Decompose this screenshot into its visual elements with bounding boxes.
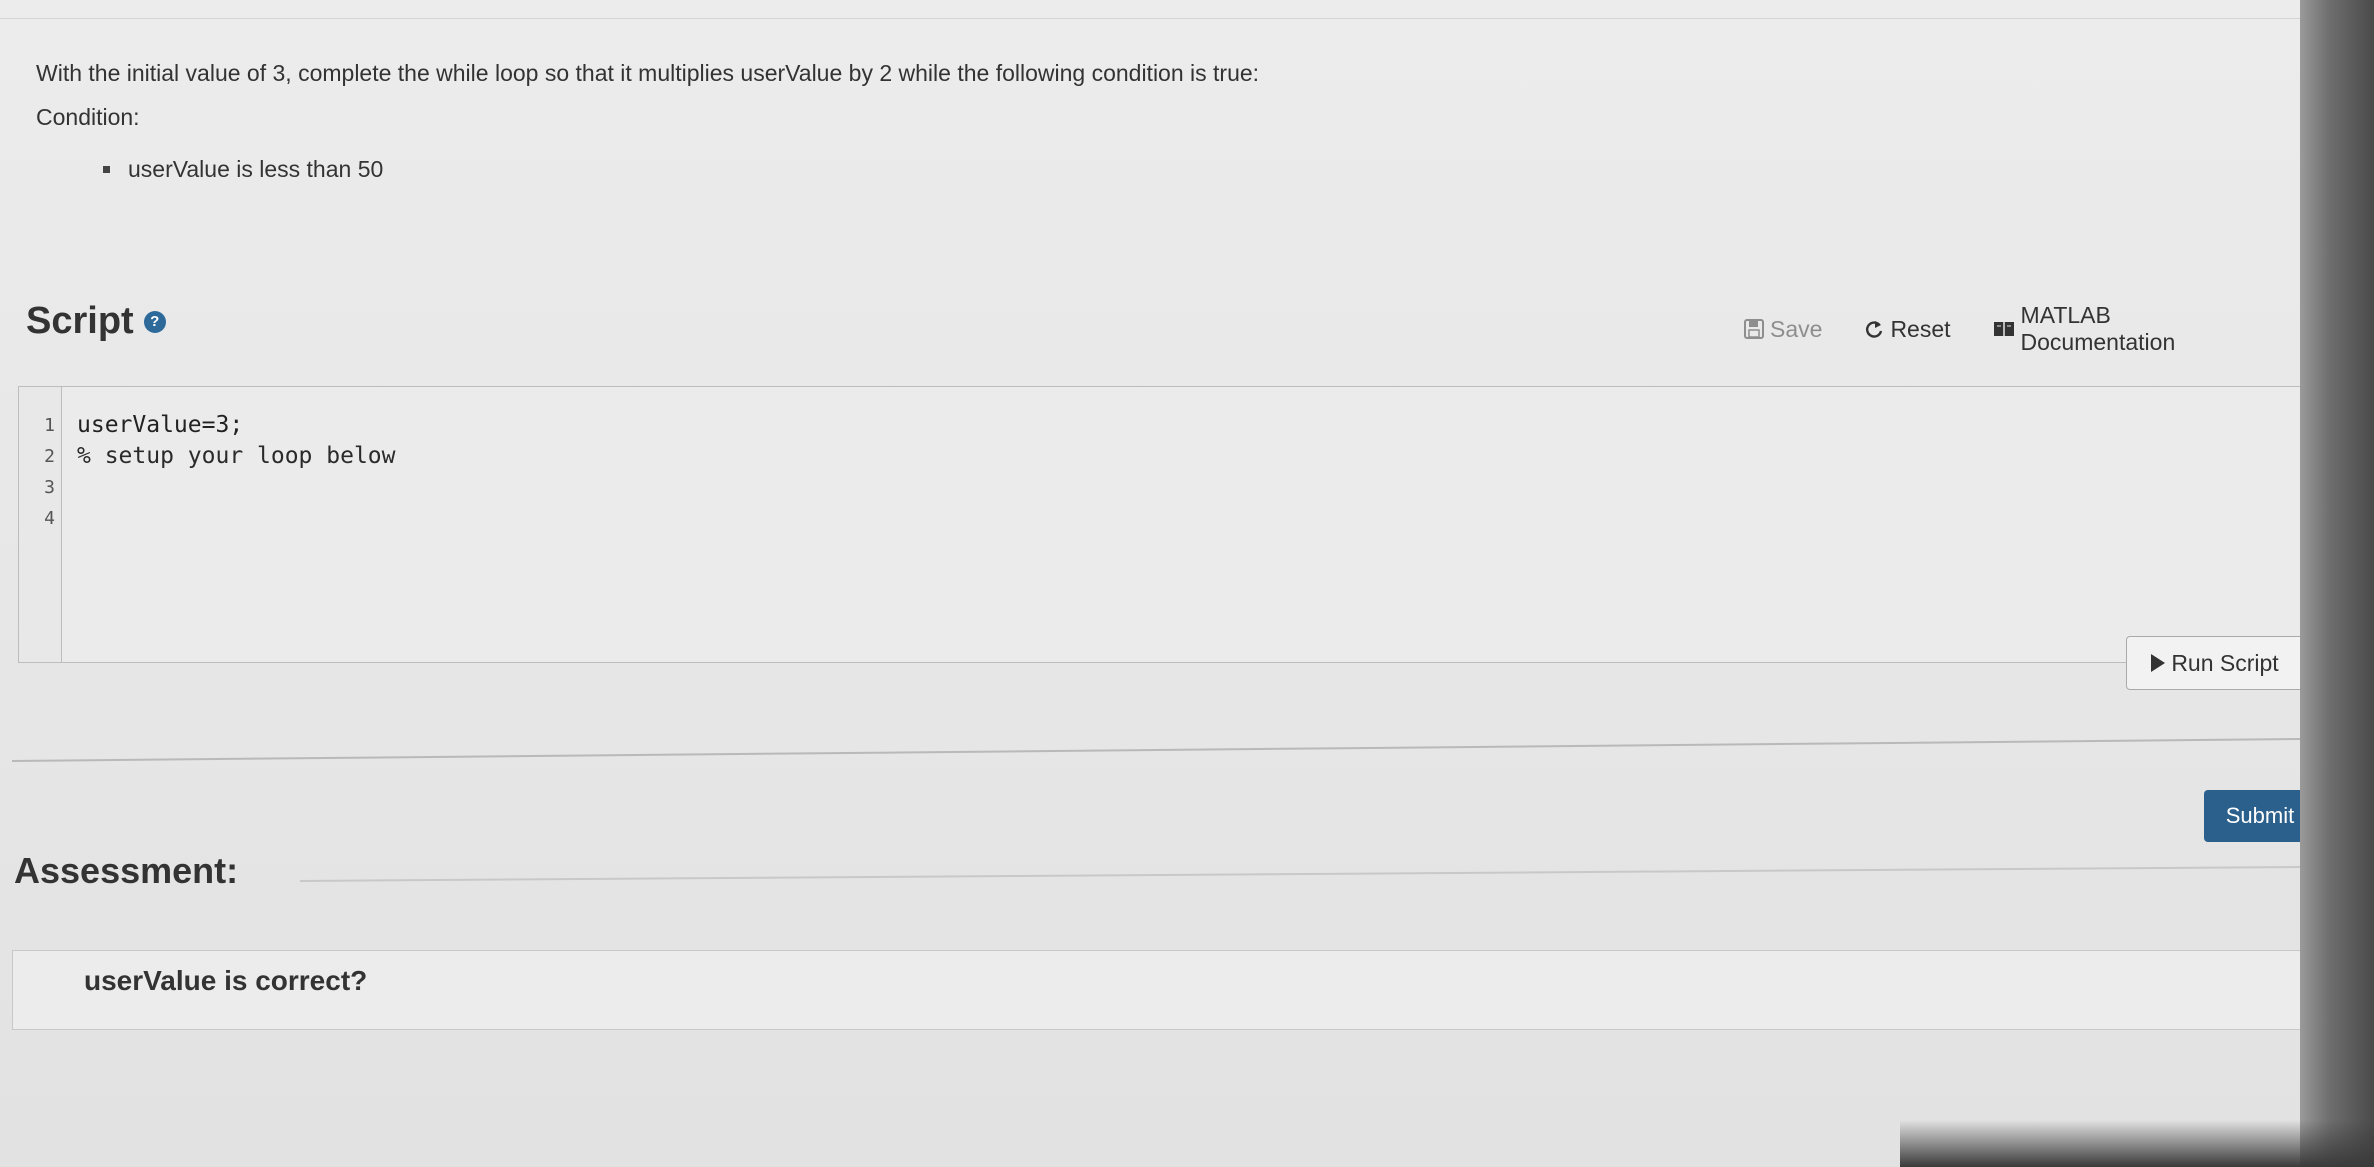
screen-edge [2300, 0, 2374, 1167]
condition-label: Condition: [36, 104, 140, 130]
problem-instructions: With the initial value of 3, complete th… [36, 60, 1260, 86]
play-icon [2151, 654, 2166, 672]
script-help-icon[interactable]: ? [143, 310, 166, 333]
line-number-gutter: 1 2 3 4 [19, 387, 62, 662]
documentation-label: MATLAB Documentation [2020, 302, 2176, 355]
save-label: Save [1770, 315, 1823, 342]
line-number: 3 [44, 477, 55, 498]
run-script-button[interactable]: Run Script [2126, 636, 2304, 690]
run-script-label: Run Script [2171, 649, 2279, 676]
script-heading: Script ? [26, 300, 166, 343]
save-button[interactable]: Save [1744, 316, 1822, 343]
section-divider [11, 737, 2330, 762]
page: With the initial value of 3, complete th… [0, 0, 2352, 1167]
bullet-icon [103, 166, 110, 173]
reset-button[interactable]: Reset [1864, 315, 1951, 343]
line-number: 1 [44, 415, 55, 436]
assessment-item: userValue is correct? [84, 965, 368, 996]
reset-label: Reset [1890, 315, 1951, 342]
code-editor[interactable]: 1 2 3 4 userValue=3; % setup your loop b… [18, 386, 2340, 663]
book-icon [1993, 320, 2015, 338]
refresh-icon [1864, 319, 1884, 339]
condition-text: userValue is less than 50 [128, 156, 384, 182]
assessment-heading: Assessment: [14, 850, 239, 891]
floppy-disk-icon [1744, 319, 1764, 339]
code-comment-line[interactable]: % setup your loop below [77, 443, 396, 469]
script-title: Script [26, 300, 134, 342]
matlab-documentation-link[interactable]: MATLAB Documentation [1993, 302, 2258, 356]
line-number: 4 [44, 508, 55, 529]
script-toolbar: Save Reset MATLAB Documentation [1744, 302, 2300, 356]
assessment-divider [299, 866, 2300, 882]
screen-shadow [1900, 1120, 2374, 1167]
code-line[interactable]: userValue=3; [77, 412, 243, 438]
top-divider [0, 18, 2300, 19]
line-number: 2 [44, 446, 55, 467]
condition-list-item: userValue is less than 50 [103, 156, 383, 183]
